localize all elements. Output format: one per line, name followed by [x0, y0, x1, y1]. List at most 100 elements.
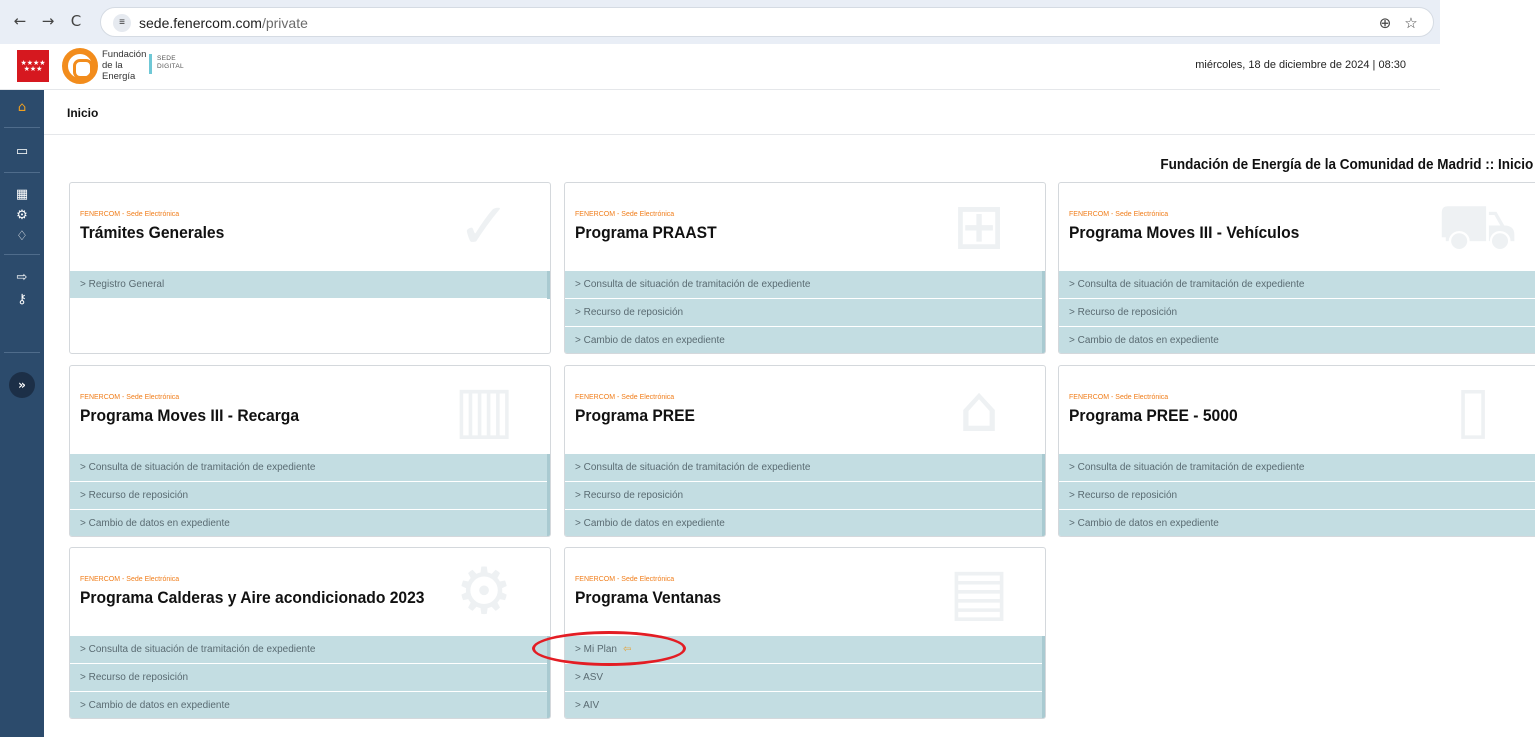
- folder-icon[interactable]: ▭: [12, 142, 32, 162]
- card-link[interactable]: > ASV: [565, 664, 1045, 692]
- card-link-label: Consulta de situación de tramitación de …: [88, 644, 316, 655]
- breadcrumb-bar: Inicio: [44, 90, 1535, 135]
- card-link[interactable]: > Recurso de reposición: [565, 299, 1045, 327]
- card-subtitle: FENERCOM - Sede Electrónica: [1069, 394, 1169, 401]
- site-settings-icon[interactable]: ≡: [113, 14, 131, 32]
- address-bar[interactable]: ≡ sede.fenercom.com/private ⊕ ☆: [100, 7, 1434, 37]
- chevron-right-icon: >: [80, 279, 86, 290]
- card-link[interactable]: > Recurso de reposición: [1059, 299, 1535, 327]
- card-link-label: Cambio de datos en expediente: [88, 700, 230, 711]
- card-link[interactable]: > Cambio de datos en expediente: [70, 692, 550, 718]
- card-link[interactable]: > Cambio de datos en expediente: [1059, 327, 1535, 353]
- card-link-label: Cambio de datos en expediente: [1077, 518, 1219, 529]
- card-title: Programa Calderas y Aire acondicionado 2…: [80, 588, 425, 607]
- reload-icon[interactable]: C: [66, 11, 86, 31]
- card-link-label: Mi Plan: [583, 644, 617, 655]
- chevron-right-icon: >: [1069, 279, 1075, 290]
- card-link[interactable]: > Consulta de situación de tramitación d…: [70, 454, 550, 482]
- card-link-label: Recurso de reposición: [1077, 490, 1178, 501]
- expand-sidebar-button[interactable]: »: [9, 372, 35, 398]
- card-link-label: Cambio de datos en expediente: [583, 335, 725, 346]
- card-link-label: Cambio de datos en expediente: [1077, 335, 1219, 346]
- chevron-right-icon: >: [1069, 335, 1075, 346]
- card-links: > Consulta de situación de tramitación d…: [70, 454, 550, 536]
- forward-icon[interactable]: →: [38, 11, 58, 31]
- card-link-label: Recurso de reposición: [1077, 307, 1178, 318]
- card-link[interactable]: > Cambio de datos en expediente: [565, 327, 1045, 353]
- logout-icon[interactable]: ⇨: [12, 268, 32, 288]
- chevron-right-icon: >: [575, 672, 581, 683]
- card-link[interactable]: > Consulta de situación de tramitación d…: [1059, 271, 1535, 299]
- program-card: ▯ FENERCOM - Sede Electrónica Programa PRE…: [1058, 365, 1535, 537]
- card-link[interactable]: > Consulta de situación de tramitación d…: [70, 636, 550, 664]
- card-background-icon: ⌂: [958, 373, 1000, 447]
- card-link[interactable]: > Registro General: [70, 271, 550, 299]
- card-background-icon: ▤: [948, 555, 1010, 629]
- card-links: > Consulta de situación de tramitación d…: [1059, 454, 1535, 536]
- card-link[interactable]: > Recurso de reposición: [565, 482, 1045, 510]
- chevron-right-icon: >: [1069, 462, 1075, 473]
- chevron-right-icon: >: [80, 462, 86, 473]
- card-link[interactable]: > Recurso de reposición: [70, 482, 550, 510]
- sidebar: ⌂ ▭ ▦ ⚙ ♢ ⇨ ⚷ »: [0, 90, 44, 737]
- chevron-right-icon: >: [80, 644, 86, 655]
- card-link-label: Recurso de reposición: [88, 490, 189, 501]
- card-links: > Registro General: [70, 271, 550, 299]
- card-link[interactable]: > Consulta de situación de tramitación d…: [1059, 454, 1535, 482]
- zoom-icon[interactable]: ⊕: [1375, 13, 1395, 33]
- card-link-label: Consulta de situación de tramitación de …: [88, 462, 316, 473]
- card-link[interactable]: > Cambio de datos en expediente: [70, 510, 550, 536]
- sidebar-divider: [4, 127, 40, 128]
- card-link[interactable]: > AIV: [565, 692, 1045, 718]
- breadcrumb[interactable]: Inicio: [67, 106, 98, 120]
- card-link[interactable]: > Consulta de situación de tramitación d…: [565, 454, 1045, 482]
- url-host: sede.fenercom.com: [139, 15, 262, 31]
- card-link[interactable]: > Consulta de situación de tramitación d…: [565, 271, 1045, 299]
- bookmark-icon[interactable]: ☆: [1401, 13, 1421, 33]
- gear-icon[interactable]: ⚙: [12, 206, 32, 226]
- card-background-icon: ⚙: [455, 555, 513, 629]
- card-subtitle: FENERCOM - Sede Electrónica: [575, 576, 675, 583]
- card-subtitle: FENERCOM - Sede Electrónica: [575, 211, 675, 218]
- fundacion-energia-logo-icon[interactable]: [62, 48, 98, 84]
- url-text: sede.fenercom.com/private: [139, 15, 308, 31]
- back-icon[interactable]: ←: [10, 11, 30, 31]
- chevron-right-icon: >: [575, 700, 581, 711]
- bell-icon[interactable]: ♢: [12, 227, 32, 247]
- external-link-icon: ⇦: [622, 644, 632, 655]
- chevron-right-icon: >: [575, 462, 581, 473]
- chevron-right-icon: >: [80, 490, 86, 501]
- card-link[interactable]: > Cambio de datos en expediente: [1059, 510, 1535, 536]
- card-links: > Consulta de situación de tramitación d…: [70, 636, 550, 718]
- chevron-right-icon: >: [80, 518, 86, 529]
- card-link-label: Consulta de situación de tramitación de …: [583, 462, 811, 473]
- card-link-label: Consulta de situación de tramitación de …: [583, 279, 811, 290]
- card-title: Programa PRAAST: [575, 223, 717, 242]
- card-title: Programa Moves III - Vehículos: [1069, 223, 1300, 242]
- key-icon[interactable]: ⚷: [12, 290, 32, 310]
- chevron-right-icon: >: [1069, 518, 1075, 529]
- card-title: Programa Ventanas: [575, 588, 722, 607]
- program-card: ⛟ FENERCOM - Sede Electrónica Programa Mov…: [1058, 182, 1535, 354]
- card-link-label: Cambio de datos en expediente: [583, 518, 725, 529]
- card-background-icon: ✓: [457, 190, 511, 264]
- calendar-icon[interactable]: ▦: [12, 185, 32, 205]
- card-links: > Mi Plan ⇦ > ASV > AIV: [565, 636, 1045, 718]
- program-card: ▤ FENERCOM - Sede Electrónica Programa Ven…: [564, 547, 1046, 719]
- card-link[interactable]: > Recurso de reposición: [1059, 482, 1535, 510]
- card-background-icon: ▥: [453, 373, 515, 447]
- home-icon[interactable]: ⌂: [12, 98, 32, 118]
- org-name-line: Fundación: [102, 49, 147, 60]
- card-link[interactable]: > Recurso de reposición: [70, 664, 550, 692]
- chevron-right-icon: >: [575, 279, 581, 290]
- card-link[interactable]: > Cambio de datos en expediente: [565, 510, 1045, 536]
- chevron-right-icon: >: [575, 644, 581, 655]
- chevron-right-icon: >: [1069, 490, 1075, 501]
- comunidad-madrid-flag-logo[interactable]: ★★★★ ★★★: [17, 50, 49, 82]
- card-title: Programa Moves III - Recarga: [80, 406, 300, 425]
- card-subtitle: FENERCOM - Sede Electrónica: [80, 211, 180, 218]
- card-title: Programa PREE - 5000: [1069, 406, 1238, 425]
- card-link[interactable]: > Mi Plan ⇦: [565, 636, 1045, 664]
- current-datetime: miércoles, 18 de diciembre de 2024 | 08:…: [1195, 59, 1406, 71]
- program-card: ⊞ FENERCOM - Sede Electrónica Programa PRA…: [564, 182, 1046, 354]
